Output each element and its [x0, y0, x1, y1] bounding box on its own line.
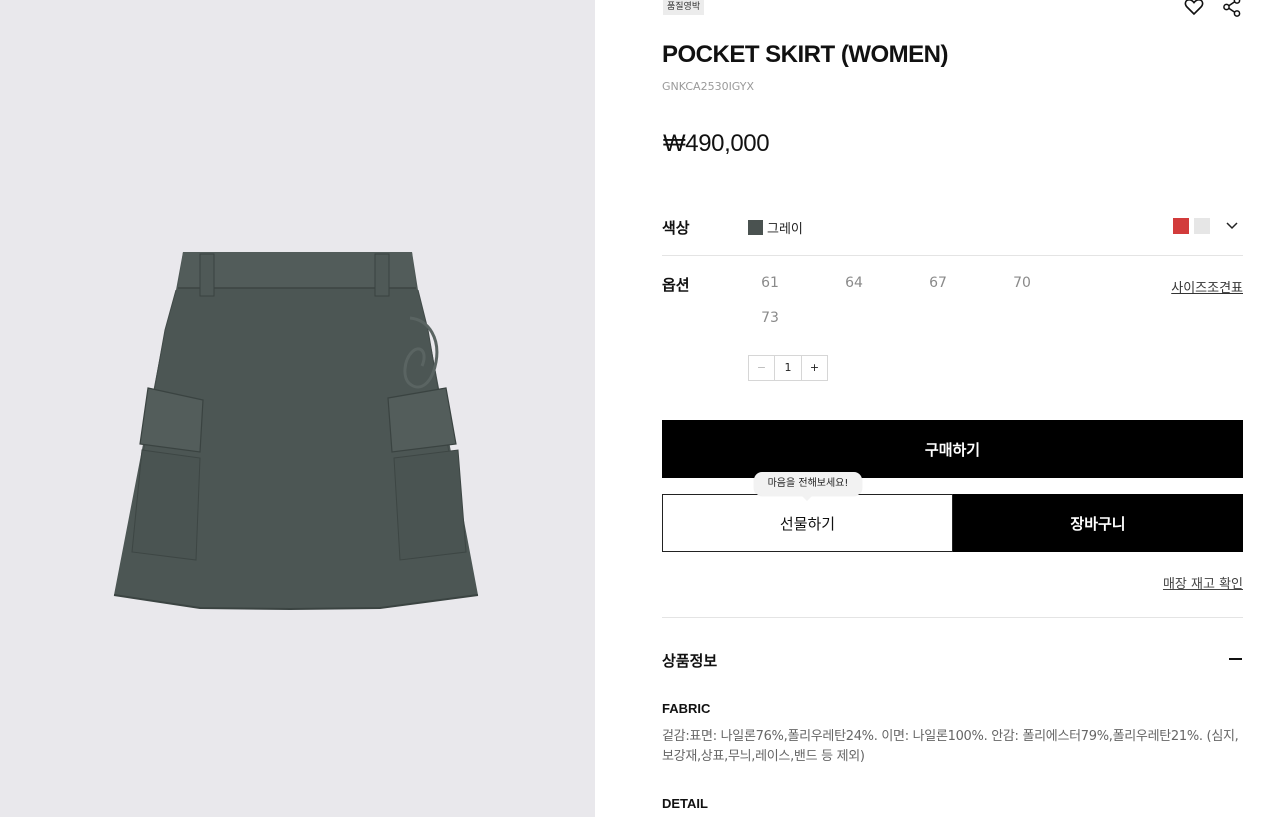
product-image-panel: [0, 0, 595, 817]
detail-title: DETAIL: [662, 796, 708, 811]
gift-tooltip: 마음을 전해보세요!: [754, 472, 862, 501]
buy-button[interactable]: 구매하기: [662, 420, 1243, 478]
quantity-stepper: − 1 +: [748, 355, 828, 381]
color-label: 색상: [662, 219, 690, 237]
product-image: [113, 252, 479, 611]
fabric-description: 겉감:표면: 나일론76%,폴리우레탄24%. 이면: 나일론100%. 안감:…: [662, 729, 1239, 764]
size-option-67[interactable]: 67: [918, 275, 958, 291]
size-chart-link[interactable]: 사이즈조견표: [1171, 277, 1243, 296]
color-selector[interactable]: [1173, 216, 1243, 236]
gift-button[interactable]: 선물하기: [662, 494, 953, 552]
heart-icon[interactable]: [1183, 0, 1205, 18]
product-price: ₩490,000: [663, 130, 770, 157]
quality-badge: 품질영박: [663, 0, 705, 15]
divider: [662, 617, 1243, 618]
cart-button[interactable]: 장바구니: [953, 494, 1243, 552]
size-option-70[interactable]: 70: [1002, 275, 1042, 291]
quantity-value[interactable]: 1: [775, 356, 801, 380]
selected-color: 그레이: [748, 218, 803, 237]
product-code: GNKCA2530IGYX: [662, 80, 755, 93]
selected-color-swatch: [748, 220, 763, 235]
selected-color-name: 그레이: [767, 222, 803, 237]
share-icon[interactable]: [1221, 0, 1243, 18]
fabric-title: FABRIC: [662, 701, 711, 716]
product-detail-panel: 품질영박 POCKET SKIRT (WOMEN) GNKCA2530IGYX …: [662, 0, 1243, 817]
quantity-minus-button[interactable]: −: [749, 356, 775, 380]
color-swatch-red[interactable]: [1173, 218, 1189, 234]
size-option-73[interactable]: 73: [750, 310, 790, 326]
minus-icon[interactable]: [1229, 652, 1243, 666]
divider: [662, 255, 1243, 256]
size-option-64[interactable]: 64: [834, 275, 874, 291]
store-stock-link[interactable]: 매장 재고 확인: [1163, 573, 1243, 592]
product-info-title[interactable]: 상품정보: [662, 650, 717, 671]
chevron-down-icon[interactable]: [1221, 216, 1243, 236]
quantity-plus-button[interactable]: +: [801, 356, 827, 380]
option-label: 옵션: [662, 276, 690, 294]
color-swatch-white[interactable]: [1194, 218, 1210, 234]
product-title: POCKET SKIRT (WOMEN): [662, 41, 948, 68]
product-actions-icons: [1183, 0, 1243, 18]
size-option-61[interactable]: 61: [750, 275, 790, 291]
